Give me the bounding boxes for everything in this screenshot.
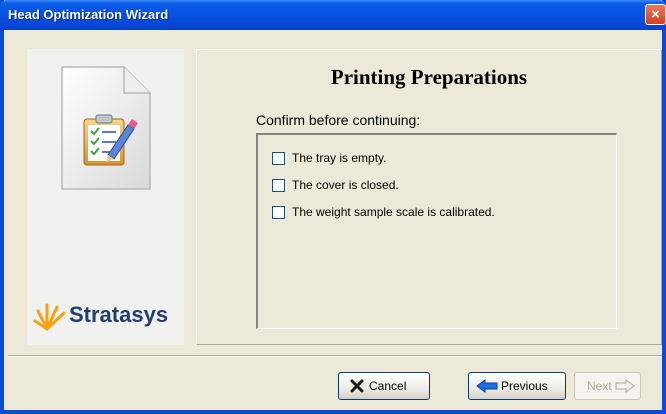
logo-burst-icon — [33, 303, 66, 331]
footer-separator — [8, 355, 662, 357]
logo-text: Stratasys — [69, 302, 169, 327]
previous-button[interactable]: Previous — [468, 372, 566, 400]
next-button[interactable]: Next — [574, 372, 641, 400]
next-label: Next — [587, 379, 612, 393]
checklist-box: The tray is empty. The cover is closed. … — [256, 133, 617, 329]
wizard-window: Head Optimization Wizard × Stratasys Pri… — [0, 0, 666, 414]
confirm-label: Confirm before continuing: — [256, 112, 421, 128]
window-title: Head Optimization Wizard — [8, 7, 169, 22]
checklist-label: The cover is closed. — [292, 178, 399, 192]
page-title: Printing Preparations — [330, 65, 528, 89]
stratasys-logo: Stratasys — [33, 299, 183, 333]
close-icon: × — [651, 6, 660, 23]
sidebar-panel: Stratasys — [27, 49, 184, 345]
title-bar[interactable]: Head Optimization Wizard × — [0, 0, 666, 30]
previous-label: Previous — [501, 379, 548, 393]
cancel-label: Cancel — [369, 379, 407, 393]
checklist-label: The weight sample scale is calibrated. — [292, 205, 495, 219]
cover-checkbox[interactable] — [272, 179, 285, 192]
scale-checkbox[interactable] — [272, 206, 285, 219]
clipboard-checklist-icon — [61, 66, 151, 190]
arrow-left-icon — [476, 379, 498, 393]
main-panel: Printing Preparations Confirm before con… — [196, 49, 662, 345]
close-button[interactable]: × — [645, 4, 666, 25]
x-icon — [350, 379, 364, 393]
checklist-label: The tray is empty. — [292, 151, 387, 165]
arrow-right-icon — [615, 379, 635, 393]
cancel-button[interactable]: Cancel — [338, 372, 430, 400]
tray-checkbox[interactable] — [272, 152, 285, 165]
